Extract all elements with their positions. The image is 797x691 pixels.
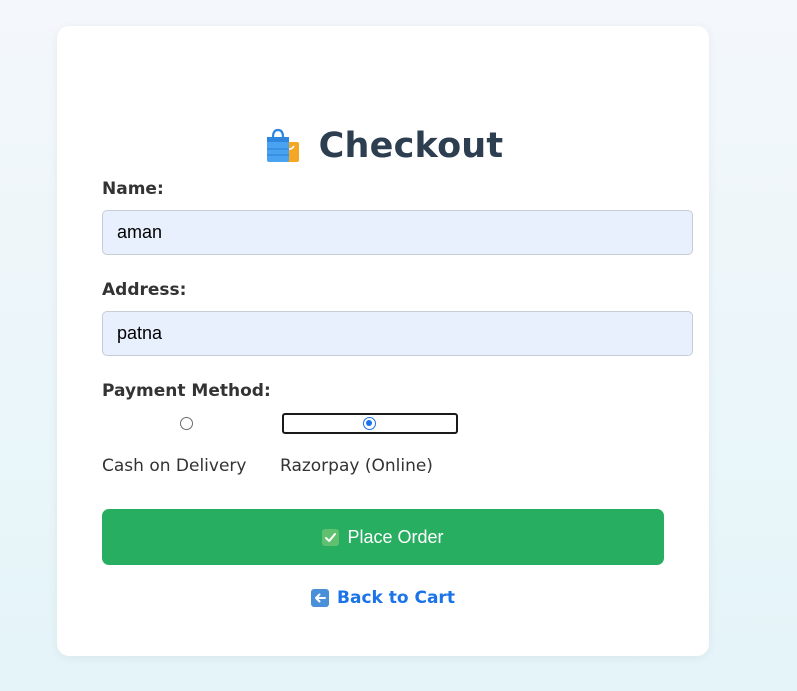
name-label: Name: bbox=[102, 179, 164, 199]
payment-method-label: Payment Method: bbox=[102, 381, 271, 401]
address-field[interactable] bbox=[102, 311, 693, 356]
cash-on-delivery-label[interactable]: Cash on Delivery bbox=[102, 456, 246, 476]
address-label: Address: bbox=[102, 280, 187, 300]
checkout-card: Checkout Name: Address: Payment Method: … bbox=[57, 26, 709, 656]
place-order-label: Place Order bbox=[347, 526, 444, 547]
shopping-bags-icon bbox=[263, 126, 303, 166]
razorpay-label[interactable]: Razorpay (Online) bbox=[280, 456, 433, 476]
page-title: Checkout bbox=[318, 126, 504, 166]
check-mark-button-icon bbox=[322, 528, 340, 546]
back-to-cart-link[interactable]: Back to Cart bbox=[57, 588, 709, 608]
place-order-button[interactable]: Place Order bbox=[102, 509, 664, 565]
name-field[interactable] bbox=[102, 210, 693, 255]
cash-on-delivery-radio[interactable] bbox=[180, 417, 193, 430]
back-to-cart-label: Back to Cart bbox=[337, 588, 455, 608]
left-arrow-icon bbox=[311, 589, 330, 607]
razorpay-radio[interactable] bbox=[363, 417, 376, 430]
checkout-header: Checkout bbox=[57, 122, 709, 170]
